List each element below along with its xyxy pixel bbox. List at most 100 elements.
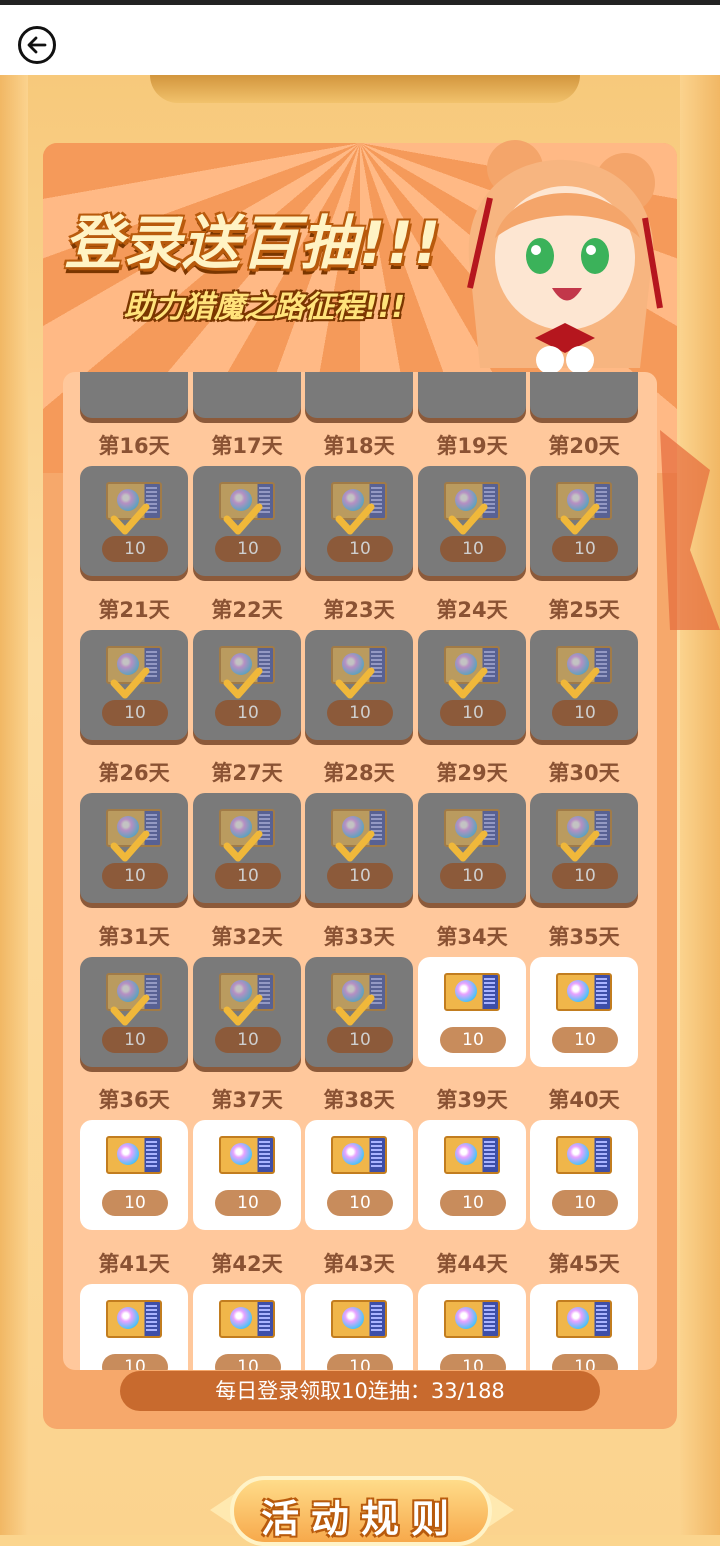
left-border-decoration <box>0 75 28 1535</box>
day-label: 第20天 <box>548 434 620 458</box>
day-label: 第38天 <box>323 1088 395 1112</box>
reward-cell-partial <box>418 372 526 418</box>
reward-amount: 10 <box>215 1190 281 1216</box>
checkmark-icon <box>223 830 263 862</box>
summon-ticket-icon <box>556 1136 612 1174</box>
gem-icon <box>342 1143 364 1165</box>
day-label: 第35天 <box>548 924 620 949</box>
checkmark-icon <box>448 830 488 862</box>
day-label: 第27天 <box>211 761 283 785</box>
reward-cell-available[interactable]: 10 <box>418 956 526 1067</box>
reward-cell-available[interactable]: 10 <box>530 1120 638 1230</box>
reward-cell-available[interactable]: 10 <box>80 1283 188 1370</box>
day-label: 第16天 <box>98 434 170 458</box>
reward-amount: 10 <box>552 863 618 889</box>
reward-cell-available[interactable]: 10 <box>80 1120 188 1230</box>
reward-cell-claimed[interactable]: 10 <box>305 956 413 1067</box>
reward-amount: 10 <box>102 863 168 889</box>
reward-cell-claimed[interactable]: 10 <box>193 629 301 740</box>
rules-button[interactable]: 活动规则 <box>230 1476 492 1546</box>
gem-icon <box>117 1143 139 1165</box>
back-button[interactable] <box>18 26 56 64</box>
reward-cell-available[interactable]: 10 <box>530 1283 638 1370</box>
reward-cell-available[interactable]: 10 <box>418 1120 526 1230</box>
day-label: 第39天 <box>436 1088 508 1112</box>
reward-cell-available[interactable]: 10 <box>305 1120 413 1230</box>
checkmark-icon <box>223 667 263 698</box>
reward-cell-claimed[interactable]: 10 <box>530 793 638 903</box>
checkmark-icon <box>560 503 600 535</box>
reward-amount: 10 <box>327 1353 393 1370</box>
reward-amount: 10 <box>327 863 393 889</box>
summon-ticket-icon <box>219 1136 275 1174</box>
reward-amount: 10 <box>215 536 281 562</box>
ticket-stripes <box>484 1141 495 1169</box>
gem-icon <box>117 1306 139 1329</box>
reward-amount: 10 <box>440 699 506 726</box>
ticket-stripes <box>484 977 495 1006</box>
reward-amount: 10 <box>102 1026 168 1053</box>
reward-cell-partial <box>530 372 638 418</box>
reward-amount: 10 <box>102 536 168 562</box>
gem-icon <box>455 1143 477 1165</box>
ticket-stripes <box>259 1141 270 1169</box>
gem-icon <box>567 1306 589 1329</box>
reward-cell-claimed[interactable]: 10 <box>80 793 188 903</box>
checkmark-icon <box>335 503 375 535</box>
gem-icon <box>567 1143 589 1165</box>
reward-cell-claimed[interactable]: 10 <box>305 793 413 903</box>
reward-amount: 10 <box>102 1353 168 1370</box>
login-progress: 每日登录领取10连抽：33/188 <box>120 1371 600 1411</box>
reward-cell-claimed[interactable]: 10 <box>193 793 301 903</box>
reward-cell-claimed[interactable]: 10 <box>418 466 526 576</box>
day-label: 第17天 <box>211 434 283 458</box>
day-label: 第31天 <box>98 924 170 949</box>
ticket-stripes <box>371 1304 382 1333</box>
reward-cell-claimed[interactable]: 10 <box>80 629 188 740</box>
reward-cell-claimed[interactable]: 10 <box>530 629 638 740</box>
day-label: 第42天 <box>211 1251 283 1276</box>
reward-cell-claimed[interactable]: 10 <box>80 466 188 576</box>
reward-cell-claimed[interactable]: 10 <box>418 793 526 903</box>
ticket-stripes <box>259 1304 270 1333</box>
reward-cells: 第16天 10 第17天 10 第18天 10 第19天 10 第20天 10 第21天 10 第22天… <box>63 372 657 1370</box>
ticket-stripes <box>146 1304 157 1333</box>
reward-cell-claimed[interactable]: 10 <box>193 956 301 1067</box>
day-label: 第29天 <box>436 761 508 785</box>
checkmark-icon <box>110 994 150 1025</box>
reward-cell-available[interactable]: 10 <box>193 1283 301 1370</box>
reward-cell-available[interactable]: 10 <box>193 1120 301 1230</box>
checkmark-icon <box>560 667 600 698</box>
day-label: 第45天 <box>548 1251 620 1276</box>
day-label: 第19天 <box>436 434 508 458</box>
reward-amount: 10 <box>215 863 281 889</box>
reward-cell-claimed[interactable]: 10 <box>193 466 301 576</box>
reward-cell-partial <box>193 372 301 418</box>
reward-cell-claimed[interactable]: 10 <box>305 466 413 576</box>
checkmark-icon <box>335 667 375 698</box>
reward-cell-available[interactable]: 10 <box>305 1283 413 1370</box>
reward-amount: 10 <box>552 1190 618 1216</box>
reward-cell-claimed[interactable]: 10 <box>418 629 526 740</box>
reward-cell-claimed[interactable]: 10 <box>80 956 188 1067</box>
checkmark-icon <box>110 667 150 698</box>
reward-cell-available[interactable]: 10 <box>530 956 638 1067</box>
reward-amount: 10 <box>102 699 168 726</box>
checkmark-icon <box>223 994 263 1025</box>
gem-icon <box>342 1306 364 1329</box>
top-banner-decoration <box>150 75 580 103</box>
reward-cell-claimed[interactable]: 10 <box>305 629 413 740</box>
reward-cell-available[interactable]: 10 <box>418 1283 526 1370</box>
day-label: 第37天 <box>211 1088 283 1112</box>
reward-cell-claimed[interactable]: 10 <box>530 466 638 576</box>
checkmark-icon <box>448 667 488 698</box>
summon-ticket-icon <box>444 1136 500 1174</box>
reward-cell-partial <box>305 372 413 418</box>
summon-ticket-icon <box>331 1299 387 1338</box>
summon-ticket-icon <box>331 1136 387 1174</box>
summon-ticket-icon <box>556 972 612 1011</box>
reward-cell-partial <box>80 372 188 418</box>
gem-icon <box>455 979 477 1002</box>
reward-amount: 10 <box>440 536 506 562</box>
reward-amount: 10 <box>440 863 506 889</box>
